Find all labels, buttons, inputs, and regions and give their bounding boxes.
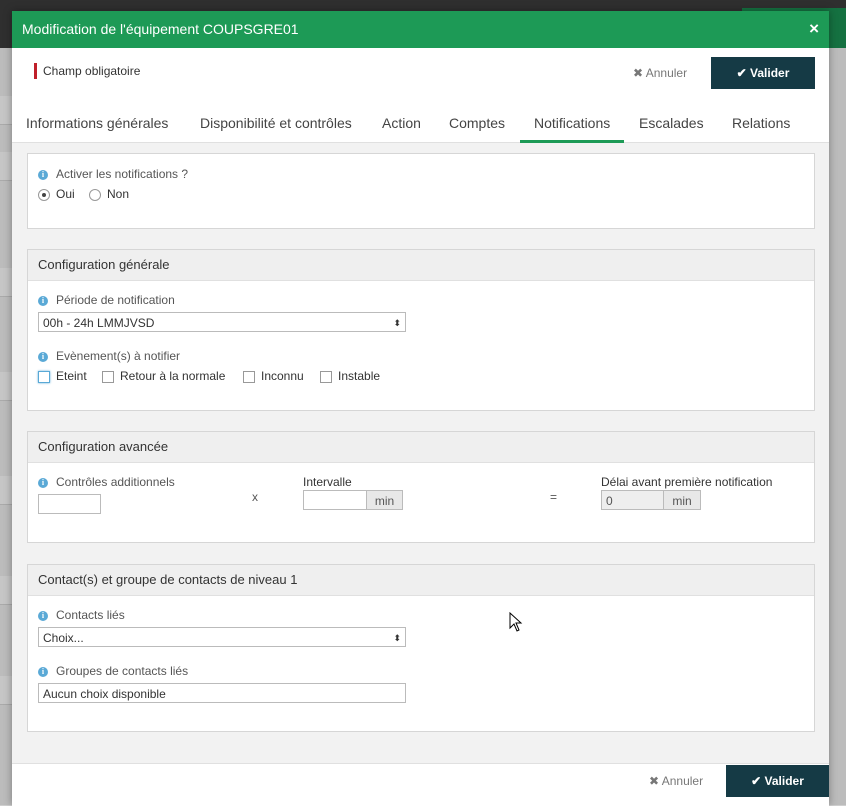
radio-non-button[interactable] xyxy=(89,188,101,201)
checkbox-inconnu[interactable] xyxy=(243,370,255,383)
times-icon: ✖ xyxy=(649,774,660,788)
general-config-panel: Configuration générale i Période de notif… xyxy=(27,249,815,411)
enable-notifications-label: i Activer les notifications ? xyxy=(38,167,188,181)
tab-relations[interactable]: Relations xyxy=(718,106,804,140)
check-icon: ✔ xyxy=(751,774,762,788)
tab-informations-generales[interactable]: Informations générales xyxy=(12,106,182,140)
contacts-select-value: Choix... xyxy=(43,631,84,645)
tab-notifications[interactable]: Notifications xyxy=(520,106,625,143)
interval-unit: min xyxy=(366,490,403,510)
modal-title: Modification de l'équipement COUPSGRE01 xyxy=(22,21,299,37)
period-label: i Période de notification xyxy=(38,293,175,307)
controls-input[interactable] xyxy=(38,494,101,514)
check-icon: ✔ xyxy=(736,66,747,80)
info-icon: i xyxy=(38,477,48,488)
interval-input[interactable] xyxy=(303,490,367,510)
close-icon[interactable]: × xyxy=(809,19,819,39)
select-arrows-icon: ⬍ xyxy=(393,633,401,643)
tab-bar: Informations générales Disponibilité et … xyxy=(12,106,829,143)
advanced-config-panel: Configuration avancée i Contrôles additio… xyxy=(27,431,815,543)
times-icon: ✖ xyxy=(633,66,644,80)
mouse-cursor-icon xyxy=(509,612,523,632)
enable-notifications-panel: i Activer les notifications ? Oui Non xyxy=(27,153,815,229)
controls-label: i Contrôles additionnels xyxy=(38,475,175,489)
event-instable[interactable]: Instable xyxy=(320,369,380,383)
radio-oui-button[interactable] xyxy=(38,188,50,201)
contacts-label: i Contacts liés xyxy=(38,608,125,622)
contacts-select[interactable]: Choix... ⬍ xyxy=(38,627,406,647)
events-label: i Evènement(s) à notifier xyxy=(38,349,180,363)
event-eteint[interactable]: Eteint xyxy=(38,369,87,383)
checkbox-retour-normale[interactable] xyxy=(102,370,114,383)
validate-label: Valider xyxy=(764,774,804,788)
modal-footer: ✖ Annuler ✔ Valider xyxy=(12,763,829,806)
info-icon: i xyxy=(38,666,48,677)
select-arrows-icon: ⬍ xyxy=(393,318,401,328)
required-field-note: Champ obligatoire xyxy=(34,63,140,79)
validate-label: Valider xyxy=(750,66,790,80)
delay-label: Délai avant première notification xyxy=(601,475,773,489)
tab-content: i Activer les notifications ? Oui Non Con… xyxy=(12,143,829,763)
period-select-value: 00h - 24h LMMJVSD xyxy=(43,316,155,330)
info-icon: i xyxy=(38,351,48,362)
edit-host-modal: Modification de l'équipement COUPSGRE01 … xyxy=(12,11,829,806)
checkbox-eteint[interactable] xyxy=(38,370,50,383)
radio-non[interactable]: Non xyxy=(89,187,129,201)
info-icon: i xyxy=(38,610,48,621)
cancel-label: Annuler xyxy=(661,774,704,788)
multiply-sign: x xyxy=(252,490,258,504)
interval-label: Intervalle xyxy=(303,475,352,489)
modal-header: Modification de l'équipement COUPSGRE01 … xyxy=(12,11,829,48)
period-select[interactable]: 00h - 24h LMMJVSD ⬍ xyxy=(38,312,406,332)
contacts-panel: Contact(s) et groupe de contacts de nive… xyxy=(27,564,815,732)
contacts-title: Contact(s) et groupe de contacts de nive… xyxy=(28,565,814,596)
tab-escalades[interactable]: Escalades xyxy=(625,106,718,140)
info-icon: i xyxy=(38,295,48,306)
groups-field[interactable]: Aucun choix disponible xyxy=(38,683,406,703)
tab-action[interactable]: Action xyxy=(368,106,435,140)
tab-disponibilite-controles[interactable]: Disponibilité et contrôles xyxy=(186,106,366,140)
tab-comptes[interactable]: Comptes xyxy=(435,106,519,140)
event-inconnu[interactable]: Inconnu xyxy=(243,369,304,383)
cancel-label: Annuler xyxy=(645,66,688,80)
validate-button-footer[interactable]: ✔ Valider xyxy=(726,765,829,797)
cancel-button-footer[interactable]: ✖ Annuler xyxy=(649,774,703,788)
advanced-config-title: Configuration avancée xyxy=(28,432,814,463)
validate-button[interactable]: ✔ Valider xyxy=(711,57,815,89)
cancel-button[interactable]: ✖ Annuler xyxy=(633,62,687,84)
radio-oui[interactable]: Oui xyxy=(38,187,75,201)
equals-sign: = xyxy=(550,490,558,504)
general-config-title: Configuration générale xyxy=(28,250,814,281)
delay-unit: min xyxy=(663,490,701,510)
delay-value: 0 xyxy=(601,490,664,510)
checkbox-instable[interactable] xyxy=(320,370,332,383)
info-icon: i xyxy=(38,169,48,180)
groups-label: i Groupes de contacts liés xyxy=(38,664,188,678)
event-retour-normale[interactable]: Retour à la normale xyxy=(102,369,225,383)
